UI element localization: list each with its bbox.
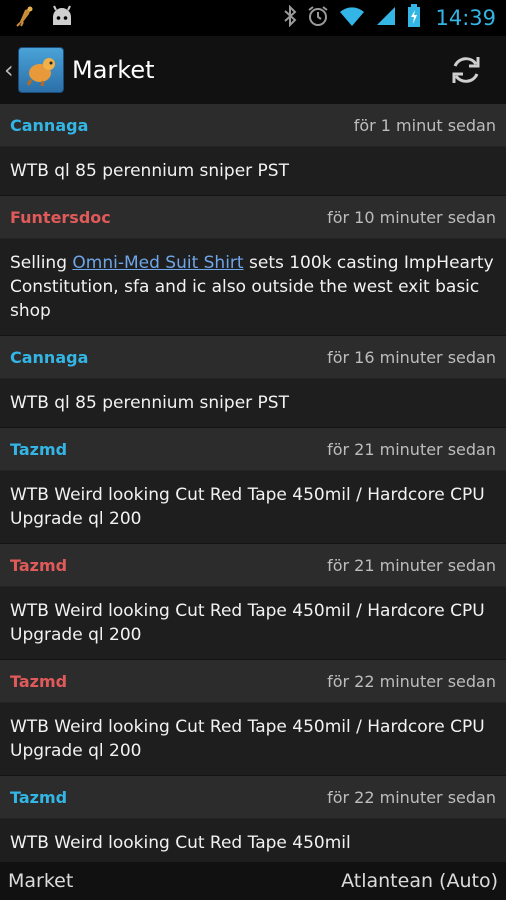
message-author[interactable]: Tazmd	[10, 556, 67, 575]
message-body[interactable]: WTB ql 85 perennium sniper PST	[0, 379, 506, 428]
message-body[interactable]: Selling Omni-Med Suit Shirt sets 100k ca…	[0, 239, 506, 336]
refresh-button[interactable]	[446, 50, 486, 90]
message-header: Tazmd för 21 minuter sedan	[0, 544, 506, 587]
bug-icon	[14, 4, 36, 32]
message-header: Cannaga för 1 minut sedan	[0, 104, 506, 147]
message-list[interactable]: Cannaga för 1 minut sedan WTB ql 85 perenn…	[0, 104, 506, 868]
battery-icon	[407, 4, 421, 32]
message-text: WTB Weird looking Cut Red Tape 450mil	[10, 833, 351, 853]
message-text: WTB Weird looking Cut Red Tape 450mil / …	[10, 485, 485, 529]
message-timestamp: för 21 minuter sedan	[327, 555, 496, 575]
android-icon	[50, 5, 74, 31]
message-timestamp: för 22 minuter sedan	[327, 787, 496, 807]
bottom-bar: Market Atlantean (Auto)	[0, 862, 506, 900]
message-header: Tazmd för 22 minuter sedan	[0, 776, 506, 819]
bluetooth-icon	[283, 4, 297, 31]
message-text: WTB Weird looking Cut Red Tape 450mil / …	[10, 601, 485, 645]
message-timestamp: för 1 minut sedan	[353, 115, 496, 135]
item-link[interactable]: Omni-Med Suit Shirt	[72, 253, 243, 273]
message-timestamp: för 22 minuter sedan	[327, 671, 496, 691]
alarm-icon	[307, 5, 329, 31]
message-header: Tazmd för 22 minuter sedan	[0, 660, 506, 703]
refresh-icon	[452, 57, 480, 83]
wifi-icon	[339, 5, 365, 31]
message-body[interactable]: WTB Weird looking Cut Red Tape 450mil / …	[0, 587, 506, 660]
message-body[interactable]: WTB ql 85 perennium sniper PST	[0, 147, 506, 196]
dimension-selector[interactable]: Atlantean (Auto)	[341, 870, 498, 892]
action-bar: ‹ Market	[0, 36, 506, 104]
signal-icon	[375, 5, 397, 31]
message-text: WTB ql 85 perennium sniper PST	[10, 393, 289, 413]
message-author[interactable]: Tazmd	[10, 788, 67, 807]
message-body[interactable]: WTB Weird looking Cut Red Tape 450mil	[0, 819, 506, 868]
message-text: Selling	[10, 253, 73, 273]
message-body[interactable]: WTB Weird looking Cut Red Tape 450mil / …	[0, 703, 506, 776]
page-title: Market	[72, 56, 155, 84]
message-text: WTB ql 85 perennium sniper PST	[10, 161, 289, 181]
message-timestamp: för 16 minuter sedan	[327, 347, 496, 367]
message-header: Cannaga för 16 minuter sedan	[0, 336, 506, 379]
app-logo-icon[interactable]	[18, 47, 64, 93]
message-body[interactable]: WTB Weird looking Cut Red Tape 450mil / …	[0, 471, 506, 544]
message-timestamp: för 10 minuter sedan	[327, 207, 496, 227]
clock: 14:39	[435, 6, 496, 30]
message-text: WTB Weird looking Cut Red Tape 450mil / …	[10, 717, 485, 761]
message-author[interactable]: Tazmd	[10, 440, 67, 459]
message-header: Funtersdoc för 10 minuter sedan	[0, 196, 506, 239]
up-caret-icon[interactable]: ‹	[4, 56, 16, 84]
channel-label[interactable]: Market	[8, 870, 73, 892]
message-author[interactable]: Cannaga	[10, 116, 88, 135]
message-author[interactable]: Tazmd	[10, 672, 67, 691]
status-bar: 14:39	[0, 0, 506, 36]
message-timestamp: för 21 minuter sedan	[327, 439, 496, 459]
message-author[interactable]: Funtersdoc	[10, 208, 111, 227]
message-header: Tazmd för 21 minuter sedan	[0, 428, 506, 471]
message-author[interactable]: Cannaga	[10, 348, 88, 367]
